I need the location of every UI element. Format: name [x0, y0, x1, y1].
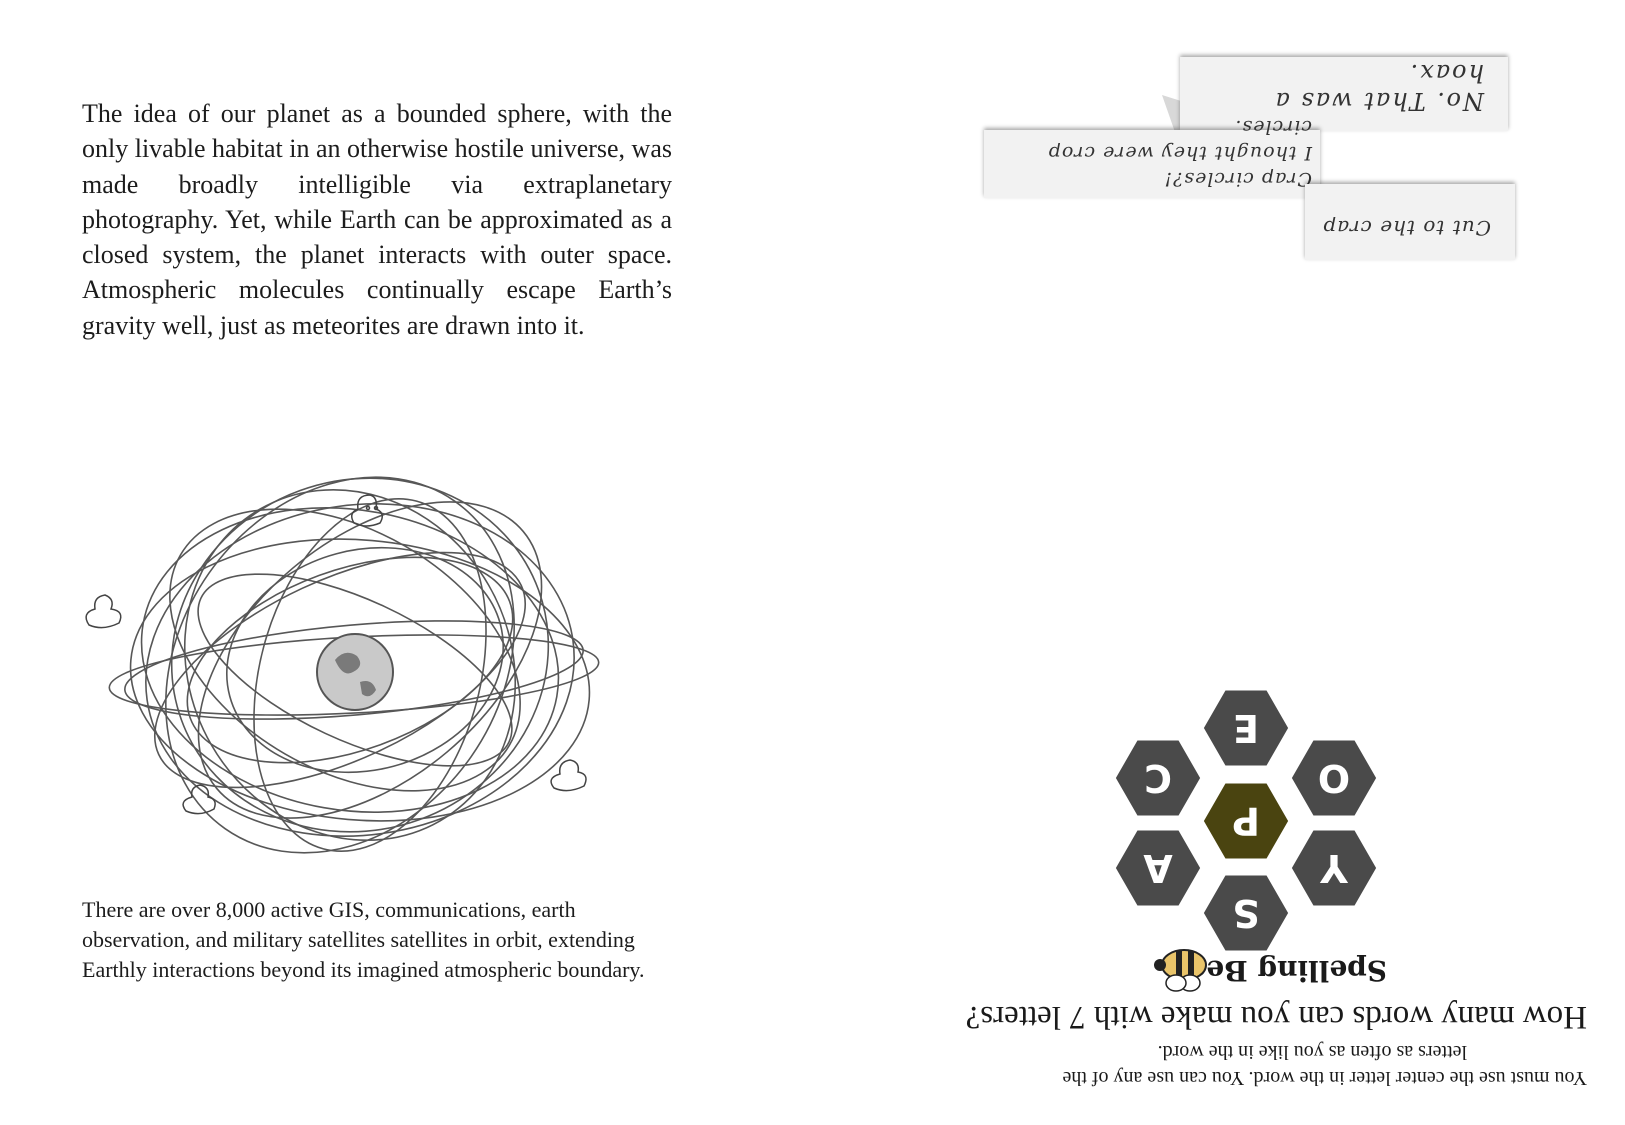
bee-question: How many words can you make with 7 lette… — [965, 999, 1587, 1035]
hex-letter-upper-left: C — [1144, 756, 1172, 800]
note-crop-circles-line2: I thought they were crop circles. — [1047, 116, 1312, 164]
intro-paragraph: The idea of our planet as a bounded sphe… — [82, 99, 672, 340]
bee-rules-line2: letters as often as you like in the word… — [1157, 1041, 1467, 1063]
bee-icon — [1154, 949, 1207, 992]
bee-rules: You must use the center letter in the wo… — [947, 1039, 1587, 1091]
note-cut-to-crap: Cut to the crap — [1305, 184, 1515, 260]
spelling-bee-hive: E O Y S A C P — [1096, 678, 1396, 963]
hex-letter-center: P — [1232, 799, 1260, 843]
bee-rules-line1: You must use the center letter in the wo… — [1062, 1067, 1587, 1089]
orbit-sketch-illustration — [85, 476, 600, 854]
left-page: The idea of our planet as a bounded sphe… — [0, 0, 812, 1125]
hex-letter-bottom: S — [1232, 891, 1259, 935]
hex-letter-lower-right: Y — [1320, 846, 1349, 890]
hex-letter-lower-left: A — [1143, 846, 1173, 890]
right-page: No. That was a hoax. Crap circles?! I th… — [812, 0, 1625, 1125]
hex-letter-upper-right: O — [1318, 756, 1350, 800]
note-crop-circles-line1: Crap circles?! — [1163, 168, 1312, 190]
bee-title: Spelling Bee — [1188, 954, 1387, 987]
hex-letter-top: E — [1233, 706, 1259, 750]
satellite-caption: There are over 8,000 active GIS, communi… — [82, 897, 645, 982]
note-crop-circles: Crap circles?! I thought they were crop … — [984, 116, 1320, 198]
spelling-bee-instructions: You must use the center letter in the wo… — [947, 949, 1607, 1095]
note-cut-to-crap-text: Cut to the crap — [1322, 216, 1491, 240]
